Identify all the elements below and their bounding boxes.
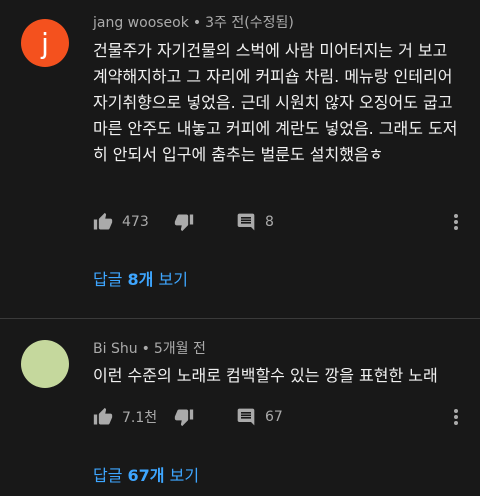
replies-suffix: 보기 bbox=[153, 270, 188, 289]
comment-2: Bi Shu • 5개월 전 이런 수준의 노래로 컴백할수 있는 깡을 표현한 노… bbox=[0, 320, 480, 496]
comment-meta: Bi Shu • 5개월 전 bbox=[93, 338, 206, 358]
thumbs-down-icon bbox=[174, 409, 194, 427]
replies-number: 67개 bbox=[127, 466, 165, 485]
reply-button[interactable]: 8 bbox=[236, 207, 274, 237]
replies-prefix: 답글 bbox=[93, 270, 128, 289]
thumbs-up-icon bbox=[93, 212, 113, 230]
comment-meta: jang wooseok • 3주 전(수정됨) bbox=[93, 12, 294, 32]
comment-actions: 7.1천 67 bbox=[0, 402, 480, 432]
view-replies-link[interactable]: 답글 67개 보기 bbox=[93, 462, 199, 486]
reply-button[interactable]: 67 bbox=[236, 402, 283, 432]
avatar-letter: j bbox=[41, 26, 49, 60]
more-options-button[interactable] bbox=[448, 402, 464, 432]
dislike-button[interactable] bbox=[174, 402, 194, 432]
replies-suffix: 보기 bbox=[164, 466, 200, 485]
comment-text: 이런 수준의 노래로 컴백할수 있는 깡을 표현한 노래 bbox=[93, 366, 438, 385]
comment-icon bbox=[237, 408, 255, 426]
like-count: 473 bbox=[122, 214, 149, 230]
reply-count: 67 bbox=[265, 409, 283, 425]
comment-icon bbox=[237, 213, 255, 231]
more-options-button[interactable] bbox=[448, 207, 464, 237]
comment-text: 건물주가 자기건물의 스벅에 사람 미어터지는 거 보고 계약해지하고 그 자리… bbox=[93, 41, 458, 164]
comment-time: 3주 전(수정됨) bbox=[205, 15, 294, 31]
author-name[interactable]: Bi Shu bbox=[93, 341, 138, 357]
replies-prefix: 답글 bbox=[93, 466, 128, 485]
like-button[interactable]: 7.1천 bbox=[93, 402, 157, 432]
replies-number: 8개 bbox=[127, 270, 154, 289]
author-name[interactable]: jang wooseok bbox=[93, 15, 189, 31]
more-vert-icon bbox=[454, 409, 458, 425]
comment-divider bbox=[0, 318, 480, 319]
like-count: 7.1천 bbox=[122, 410, 158, 426]
like-button[interactable]: 473 bbox=[93, 207, 149, 237]
dislike-button[interactable] bbox=[174, 207, 194, 237]
comment-actions: 473 8 bbox=[0, 207, 480, 237]
view-replies-link[interactable]: 답글 8개 보기 bbox=[93, 266, 188, 290]
reply-count: 8 bbox=[265, 214, 274, 230]
avatar[interactable]: j bbox=[21, 19, 69, 67]
thumbs-down-icon bbox=[174, 214, 194, 232]
comment-1: j jang wooseok • 3주 전(수정됨) 건물주가 자기건물의 스벅에 … bbox=[0, 0, 480, 310]
thumbs-up-icon bbox=[93, 407, 113, 425]
meta-separator: • bbox=[141, 341, 150, 357]
more-vert-icon bbox=[454, 214, 458, 230]
comment-time: 5개월 전 bbox=[153, 341, 206, 357]
avatar[interactable] bbox=[21, 340, 69, 388]
meta-separator: • bbox=[192, 15, 202, 31]
